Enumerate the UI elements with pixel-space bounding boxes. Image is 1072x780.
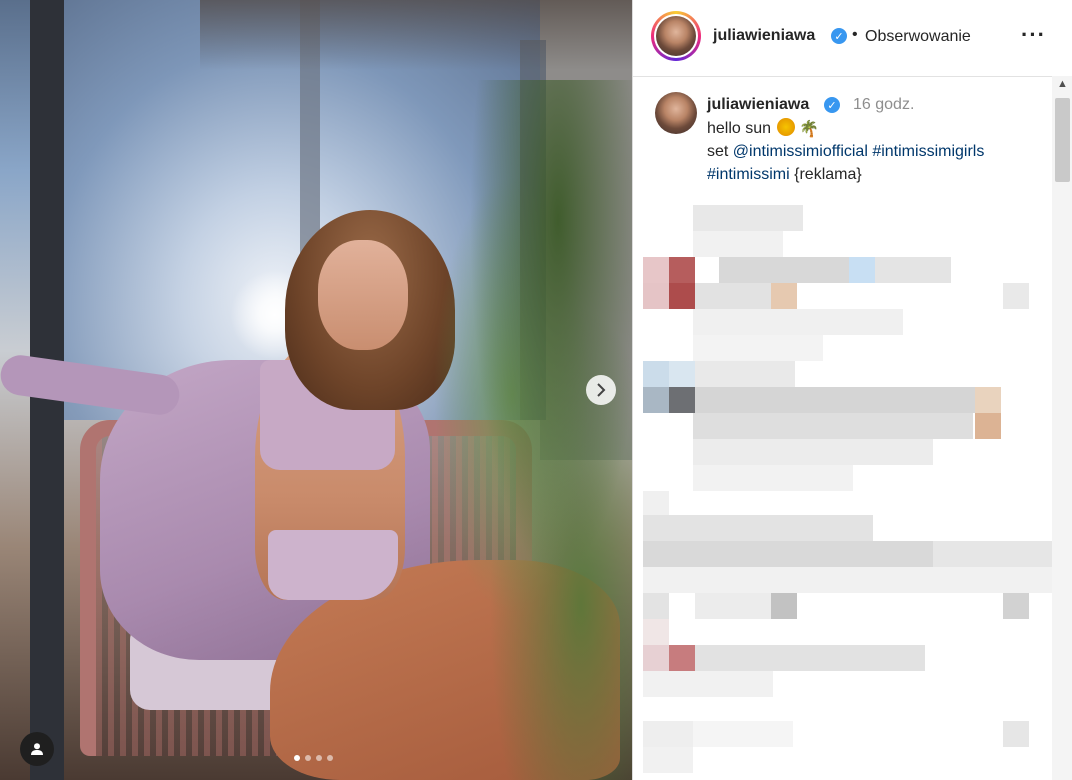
carousel-dot-active xyxy=(294,755,300,761)
carousel-dot xyxy=(305,755,311,761)
redacted-block xyxy=(643,567,1053,593)
redacted-block xyxy=(695,593,771,619)
scroll-up-arrow-icon[interactable]: ▲ xyxy=(1052,78,1072,96)
chevron-right-icon xyxy=(597,383,606,397)
redacted-block xyxy=(695,645,925,671)
redacted-block xyxy=(875,257,951,283)
hashtag-link[interactable]: #intimissimi xyxy=(707,166,790,183)
avatar xyxy=(656,16,696,56)
redacted-block xyxy=(643,747,693,773)
redacted-block xyxy=(771,593,797,619)
redacted-block xyxy=(693,721,793,747)
redacted-block xyxy=(643,721,693,747)
verified-badge-icon: ✓ xyxy=(831,28,847,44)
hashtag-link[interactable]: #intimissimigirls xyxy=(872,143,984,160)
redacted-block xyxy=(693,465,853,491)
redacted-block xyxy=(669,387,695,413)
redacted-block xyxy=(1003,593,1029,619)
carousel-next-button[interactable] xyxy=(586,375,616,405)
redacted-block xyxy=(975,413,1001,439)
post-sidebar: juliawieniawa ✓ • Obserwowanie ··· julia… xyxy=(632,0,1072,780)
scroll-thumb[interactable] xyxy=(1055,98,1070,182)
caption-text: set xyxy=(707,143,729,160)
redacted-comments xyxy=(633,195,1053,780)
overhang-shadow xyxy=(200,0,632,70)
redacted-block xyxy=(643,387,669,413)
mention-link[interactable]: @intimissimiofficial xyxy=(733,143,868,160)
redacted-block xyxy=(643,283,669,309)
redacted-block xyxy=(693,439,933,465)
redacted-block xyxy=(669,283,695,309)
redacted-block xyxy=(693,231,783,257)
more-options-button[interactable]: ··· xyxy=(1021,22,1046,48)
redacted-block xyxy=(643,361,669,387)
redacted-block xyxy=(1003,721,1029,747)
sun-emoji-icon xyxy=(777,118,796,136)
redacted-block xyxy=(693,309,903,335)
redacted-block xyxy=(695,283,771,309)
redacted-block xyxy=(849,257,875,283)
redacted-block xyxy=(933,541,1053,567)
redacted-block xyxy=(695,361,795,387)
redacted-block xyxy=(719,257,849,283)
caption-text: {reklama} xyxy=(794,166,862,183)
carousel-dot xyxy=(316,755,322,761)
header-separator: • xyxy=(852,26,858,43)
redacted-block xyxy=(693,205,803,231)
redacted-block xyxy=(643,257,669,283)
redacted-block xyxy=(669,361,695,387)
redacted-block xyxy=(643,619,669,645)
panel-scrollbar[interactable]: ▲ xyxy=(1052,76,1072,780)
caption-line: set @intimissimiofficial #intimissimigir… xyxy=(707,141,984,163)
verified-badge-icon: ✓ xyxy=(824,97,840,113)
caption-line: #intimissimi {reklama} xyxy=(707,164,862,186)
face xyxy=(318,240,408,350)
redacted-block xyxy=(771,283,797,309)
redacted-block xyxy=(695,387,975,413)
redacted-block xyxy=(975,387,1001,413)
caption-username-link[interactable]: juliawieniawa xyxy=(707,96,809,114)
redacted-block xyxy=(693,413,973,439)
palm-plant xyxy=(420,80,632,780)
post-header: juliawieniawa ✓ • Obserwowanie ··· xyxy=(633,0,1072,77)
carousel-dot xyxy=(327,755,333,761)
header-username-link[interactable]: juliawieniawa xyxy=(713,27,815,45)
post-timestamp[interactable]: 16 godz. xyxy=(853,96,914,114)
redacted-block xyxy=(643,593,669,619)
redacted-block xyxy=(643,491,669,517)
carousel-indicator xyxy=(294,755,333,761)
redacted-block xyxy=(669,257,695,283)
lace-brief xyxy=(268,530,398,600)
post-photo[interactable] xyxy=(0,0,632,780)
redacted-block xyxy=(643,515,873,541)
palm-emoji-icon: 🌴 xyxy=(799,121,819,138)
caption-avatar[interactable] xyxy=(655,92,697,134)
tagged-users-button[interactable] xyxy=(20,732,54,766)
following-button[interactable]: Obserwowanie xyxy=(865,28,971,46)
redacted-block xyxy=(693,335,823,361)
caption-text: hello sun xyxy=(707,120,772,137)
redacted-block xyxy=(1003,283,1029,309)
redacted-block xyxy=(643,671,773,697)
redacted-block xyxy=(643,541,933,567)
redacted-block xyxy=(669,645,695,671)
redacted-block xyxy=(643,645,669,671)
story-avatar[interactable] xyxy=(651,11,701,61)
caption-line: hello sun 🌴 xyxy=(707,118,819,141)
user-icon xyxy=(31,743,43,755)
